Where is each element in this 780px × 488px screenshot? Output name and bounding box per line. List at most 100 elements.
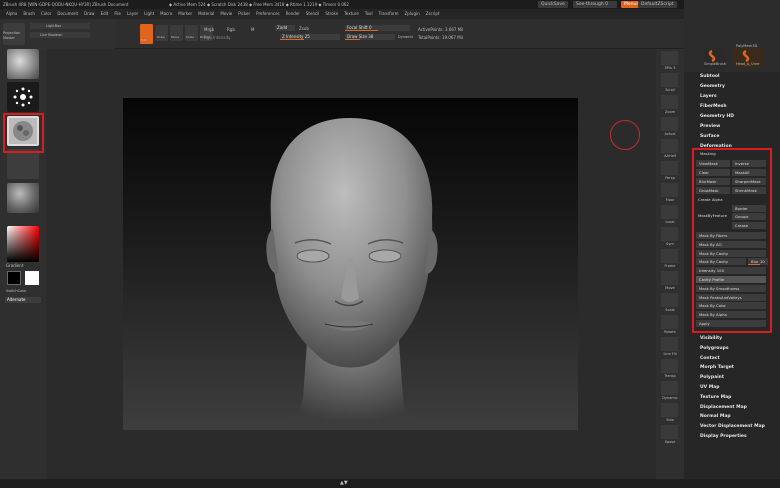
menu-stroke[interactable]: Stroke <box>325 9 338 19</box>
shelf-solo-button[interactable] <box>661 403 678 417</box>
menu-edit[interactable]: Edit <box>101 9 109 19</box>
submenu-texture-map[interactable]: Texture Map <box>700 395 731 400</box>
quicksave-button[interactable]: QuickSave <box>538 1 568 8</box>
submenu-surface[interactable]: Surface <box>700 134 719 139</box>
shelf-label: Floor <box>665 198 675 202</box>
tool-palette-header: SimpleBrush PolyMesh3D Head_A_Unre <box>684 0 780 72</box>
menu-preferences[interactable]: Preferences <box>256 9 280 19</box>
submenu-fibermesh[interactable]: FiberMesh <box>700 104 727 109</box>
color-picker[interactable] <box>7 226 39 262</box>
simplebrush-label: SimpleBrush <box>704 62 727 66</box>
shelf-zoom-button[interactable] <box>661 95 678 109</box>
focal-shift-slider[interactable]: Focal Shift 0 <box>345 25 410 31</box>
zadd-button[interactable]: Zadd <box>275 25 295 31</box>
submenu-display-properties[interactable]: Display Properties <box>700 434 747 439</box>
z-intensity-fill <box>280 39 304 40</box>
draw-size-slider[interactable]: Draw Size 38 <box>345 34 395 40</box>
material-thumbnail[interactable] <box>7 183 39 213</box>
submenu-geometry[interactable]: Geometry <box>700 84 725 89</box>
menu-tool[interactable]: Tool <box>365 9 373 19</box>
menu-zplugin[interactable]: Zplugin <box>405 9 420 19</box>
dynamic-toggle[interactable]: Dynamic <box>398 35 413 39</box>
submenu-vector-displacement-map[interactable]: Vector Displacement Map <box>700 424 765 429</box>
zsub-button[interactable]: Zsub <box>299 26 309 31</box>
menu-brush[interactable]: Brush <box>23 9 35 19</box>
menu-material[interactable]: Material <box>198 9 214 19</box>
shelf-sym-button[interactable] <box>661 227 678 241</box>
submenu-geometry-hd[interactable]: Geometry HD <box>700 114 734 119</box>
rgb-toggle[interactable]: Rgb <box>227 27 235 32</box>
menu-alpha[interactable]: Alpha <box>6 9 17 19</box>
menu-marker[interactable]: Marker <box>178 9 192 19</box>
move-button[interactable]: Move <box>170 25 183 41</box>
projection-master-area: Projection Master LightBox Live Boolean <box>0 19 115 49</box>
submenu-uv-map[interactable]: UV Map <box>700 385 719 390</box>
submenu-preview[interactable]: Preview <box>700 124 720 129</box>
document-viewport[interactable] <box>123 98 578 430</box>
menu-macro[interactable]: Macro <box>160 9 172 19</box>
menu-color[interactable]: Color <box>41 9 51 19</box>
shelf-frame-button[interactable] <box>661 249 678 263</box>
seethrough-slider[interactable]: See-through 0 <box>573 1 617 8</box>
menu-texture[interactable]: Texture <box>344 9 359 19</box>
brush-thumbnail[interactable] <box>7 49 39 79</box>
shelf-aahalf-button[interactable] <box>661 139 678 153</box>
texture-thumbnail[interactable] <box>7 149 39 179</box>
m-toggle[interactable]: M <box>251 27 254 32</box>
menu-transform[interactable]: Transform <box>379 9 399 19</box>
scale-button[interactable]: Scale <box>185 25 198 41</box>
bottom-chevron-icon[interactable]: ▲▼ <box>340 480 348 486</box>
shelf-line-fill-button[interactable] <box>661 337 678 351</box>
submenu-layers[interactable]: Layers <box>700 94 717 99</box>
shelf-rotate-button[interactable] <box>661 315 678 329</box>
menu-draw[interactable]: Draw <box>84 9 94 19</box>
alternate-button[interactable]: Alternate <box>5 297 41 303</box>
app-title: ZBrush 4R8 [WIN-GDPE-QODU-NKQU-HY3R] ZBr… <box>3 2 129 7</box>
switchcolor-button[interactable]: SwitchColor <box>6 289 27 293</box>
menu-stencil[interactable]: Stencil <box>306 9 320 19</box>
default-zscript-button[interactable]: DefaultZScript <box>638 1 677 8</box>
submenu-visibility[interactable]: Visibility <box>700 336 722 341</box>
simplebrush-icon <box>708 49 716 63</box>
submenu-displacement-map[interactable]: Displacement Map <box>700 405 747 410</box>
shelf-transp-button[interactable] <box>661 359 678 373</box>
draw-button[interactable]: Draw <box>155 25 168 41</box>
stroke-thumbnail[interactable] <box>7 82 39 112</box>
menu-picker[interactable]: Picker <box>238 9 250 19</box>
menu-zscript[interactable]: Zscript <box>426 9 440 19</box>
shelf-label: Move <box>665 286 675 290</box>
submenu-normal-map[interactable]: Normal Map <box>700 414 731 419</box>
shelf-move-button[interactable] <box>661 271 678 285</box>
menu-layer[interactable]: Layer <box>127 9 138 19</box>
shelf-local-button[interactable] <box>661 205 678 219</box>
menu-light[interactable]: Light <box>144 9 154 19</box>
shelf-floor-button[interactable] <box>661 183 678 197</box>
shelf-label: Dynamic <box>662 396 678 400</box>
submenu-subtool[interactable]: Subtool <box>700 74 720 79</box>
submenu-polypaint[interactable]: Polypaint <box>700 375 724 380</box>
primary-color-swatch[interactable] <box>25 271 39 285</box>
mrgb-toggle[interactable]: Mrgb <box>204 27 214 32</box>
shelf-dynamic-button[interactable] <box>661 381 678 395</box>
rgb-intensity-slider[interactable]: Rgb Intensity <box>204 35 231 40</box>
menu-movie[interactable]: Movie <box>220 9 232 19</box>
secondary-color-swatch[interactable] <box>7 271 21 285</box>
shelf-spix-3-button[interactable] <box>661 51 678 65</box>
head-model-icon <box>266 118 438 423</box>
submenu-polygroups[interactable]: Polygroups <box>700 346 729 351</box>
menu-file[interactable]: File <box>114 9 121 19</box>
submenu-morph-target[interactable]: Morph Target <box>700 365 734 370</box>
gradient-label[interactable]: Gradient <box>6 263 23 268</box>
z-intensity-slider[interactable]: Z Intensity 25 <box>280 34 340 40</box>
shelf-actual-button[interactable] <box>661 117 678 131</box>
shelf-scale-button[interactable] <box>661 293 678 307</box>
edit-button[interactable]: Edit <box>140 24 153 44</box>
shelf-scroll-button[interactable] <box>661 73 678 87</box>
menu-document[interactable]: Document <box>57 9 78 19</box>
shelf-label: AAHalf <box>664 154 676 158</box>
shelf-xpose-button[interactable] <box>661 425 678 439</box>
submenu-contact[interactable]: Contact <box>700 356 720 361</box>
shelf-persp-button[interactable] <box>661 161 678 175</box>
title-bar: ZBrush 4R8 [WIN-GDPE-QODU-NKQU-HY3R] ZBr… <box>0 0 780 9</box>
menu-render[interactable]: Render <box>286 9 300 19</box>
